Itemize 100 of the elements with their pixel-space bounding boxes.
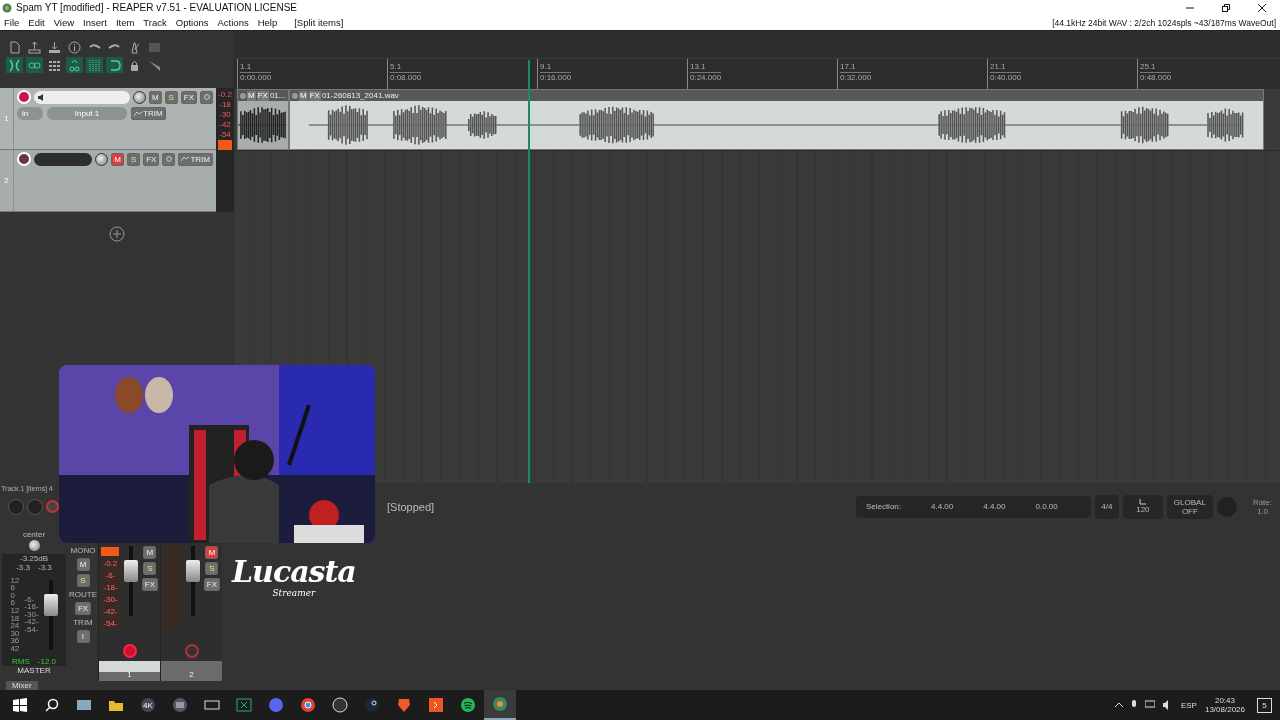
meter-scale-label: 42	[10, 644, 20, 653]
track-name-field[interactable]	[34, 152, 93, 166]
record-button[interactable]	[46, 500, 59, 513]
channel-number[interactable]: 1	[99, 661, 160, 681]
media-item[interactable]: M FX 01-260813_2041.wav	[289, 89, 1264, 150]
solo-button[interactable]: S	[164, 90, 178, 104]
monitor-icon	[76, 697, 92, 713]
menu-item[interactable]: Edit	[28, 17, 45, 28]
steam-icon	[364, 697, 380, 713]
time-signature[interactable]: 4/4	[1094, 494, 1119, 519]
microphone-icon[interactable]	[1130, 700, 1137, 710]
taskbar-app[interactable]	[484, 690, 516, 720]
item-fx-button[interactable]: FX	[256, 90, 269, 101]
mute-button[interactable]: M	[148, 90, 162, 104]
close-icon[interactable]	[1258, 3, 1266, 12]
mute-button[interactable]: M	[143, 546, 157, 559]
info-button[interactable]: i	[76, 630, 90, 643]
track-header[interactable]: 2 M S FX TRIM	[0, 150, 216, 212]
logo-subtitle: Streamer	[272, 588, 316, 598]
solo-button[interactable]: S	[143, 562, 157, 575]
taskbar-app[interactable]: 4K	[132, 690, 164, 720]
toolbar-button[interactable]	[106, 57, 123, 73]
chevron-up-icon[interactable]	[1114, 702, 1123, 708]
notification-button[interactable]: 5	[1257, 697, 1272, 713]
fx-button[interactable]: FX	[74, 602, 92, 615]
mute-button[interactable]: M	[205, 546, 219, 559]
menu-item[interactable]: Actions	[217, 17, 249, 28]
rectangle-icon	[148, 40, 161, 54]
track-header[interactable]: 1 M S FX in Input 1 TRIM	[0, 88, 216, 150]
transport-status: [Stopped]	[387, 500, 435, 513]
fx-button[interactable]: FX	[141, 578, 158, 591]
tempo-display[interactable]: 120	[1122, 494, 1163, 519]
trim-button[interactable]: TRIM	[131, 107, 166, 120]
network-icon[interactable]	[1144, 700, 1155, 710]
mute-button[interactable]: M	[76, 558, 90, 571]
item-name: 01-260813_2041.wav	[321, 91, 399, 100]
toolbar-button[interactable]	[66, 57, 83, 73]
mute-button[interactable]: M	[111, 152, 125, 166]
bar-number: 25.1	[1140, 62, 1157, 72]
time-label: 0:16.000	[540, 72, 572, 83]
menu-item[interactable]: Options	[175, 17, 209, 28]
meter-level	[218, 140, 232, 150]
menu-item[interactable]: Insert	[83, 17, 107, 28]
solo-button[interactable]: S	[76, 574, 90, 587]
volume-knob[interactable]	[132, 90, 146, 104]
meter-level	[101, 547, 120, 556]
toolbar-button[interactable]	[6, 57, 23, 73]
solo-button[interactable]: S	[205, 562, 219, 575]
selection-label: Selection:	[865, 502, 901, 511]
meter-scale-label: 30	[10, 629, 20, 638]
meter-scale-label: 12	[10, 576, 20, 585]
selection-value: 4.4.00	[931, 502, 954, 511]
media-item[interactable]: M FX 01...	[237, 89, 289, 150]
pan-knob[interactable]	[27, 539, 41, 552]
meter-scale-label: 36	[10, 637, 20, 645]
meter-label: -30-	[103, 595, 118, 604]
channel-number[interactable]: 2	[161, 661, 222, 681]
automation-mode-button[interactable]: GLOBAL OFF	[1166, 494, 1213, 519]
track-number: 2	[0, 150, 14, 211]
daw-icon	[492, 696, 508, 712]
menu-item[interactable]: View	[53, 17, 75, 28]
time-label: 0:48.000	[1140, 72, 1172, 83]
shield-icon	[396, 697, 412, 713]
meter-label: -0.2	[103, 559, 118, 568]
meter-label: -0.2	[218, 90, 232, 99]
fx-button[interactable]: FX	[180, 90, 197, 104]
track-name-field[interactable]	[34, 90, 130, 104]
toolbar-button[interactable]	[46, 39, 63, 55]
fx-bypass-button[interactable]	[162, 152, 176, 166]
toolbar-button[interactable]	[66, 39, 83, 55]
fx-button[interactable]: FX	[203, 578, 220, 591]
record-circle-icon	[332, 697, 348, 713]
restore-icon[interactable]	[1222, 3, 1230, 12]
power-icon	[165, 156, 172, 162]
fx-button[interactable]: FX	[143, 152, 160, 166]
grid-lines-icon	[88, 58, 101, 72]
trim-button[interactable]: TRIM	[178, 152, 213, 166]
menu-item[interactable]: Track	[143, 17, 167, 28]
toolbar-button[interactable]	[26, 57, 43, 73]
mixer-tab[interactable]: Mixer	[6, 681, 38, 690]
toolbar-button[interactable]	[26, 39, 43, 55]
fx-bypass-button[interactable]	[200, 90, 213, 104]
meter-scale-label: 6	[10, 584, 16, 592]
audio-device-info[interactable]: [44.1kHz 24bit WAV : 2/2ch 1024spls ~43/187ms WaveOut]	[1052, 17, 1276, 28]
meter-label: -6-	[105, 571, 116, 580]
search-icon	[45, 698, 59, 712]
item-mute-button[interactable]: M	[247, 90, 256, 101]
menu-item[interactable]: Help	[257, 17, 278, 28]
solo-button[interactable]: S	[127, 152, 141, 166]
timeline-ruler[interactable]: 1.1 0:00.000 5.1 0:08.000 9.1 0:16.000 13.1 0:24.000 17.1 0:32.000 21.1 0:40.000 25.1 0:48.000	[234, 59, 1280, 89]
clock[interactable]: 20:43 13/08/2026	[1204, 696, 1245, 714]
input-dropdown[interactable]: Input 1	[47, 107, 127, 120]
item-fx-button[interactable]: FX	[308, 90, 321, 101]
language-indicator[interactable]: ESP	[1180, 700, 1197, 710]
volume-knob[interactable]	[95, 152, 109, 166]
menu-item[interactable]: Item	[115, 17, 135, 28]
item-mute-button[interactable]: M	[299, 90, 308, 101]
add-track-button[interactable]	[108, 226, 126, 244]
input-monitor-toggle[interactable]: in	[17, 107, 43, 120]
menu-item[interactable]: File	[4, 17, 20, 28]
